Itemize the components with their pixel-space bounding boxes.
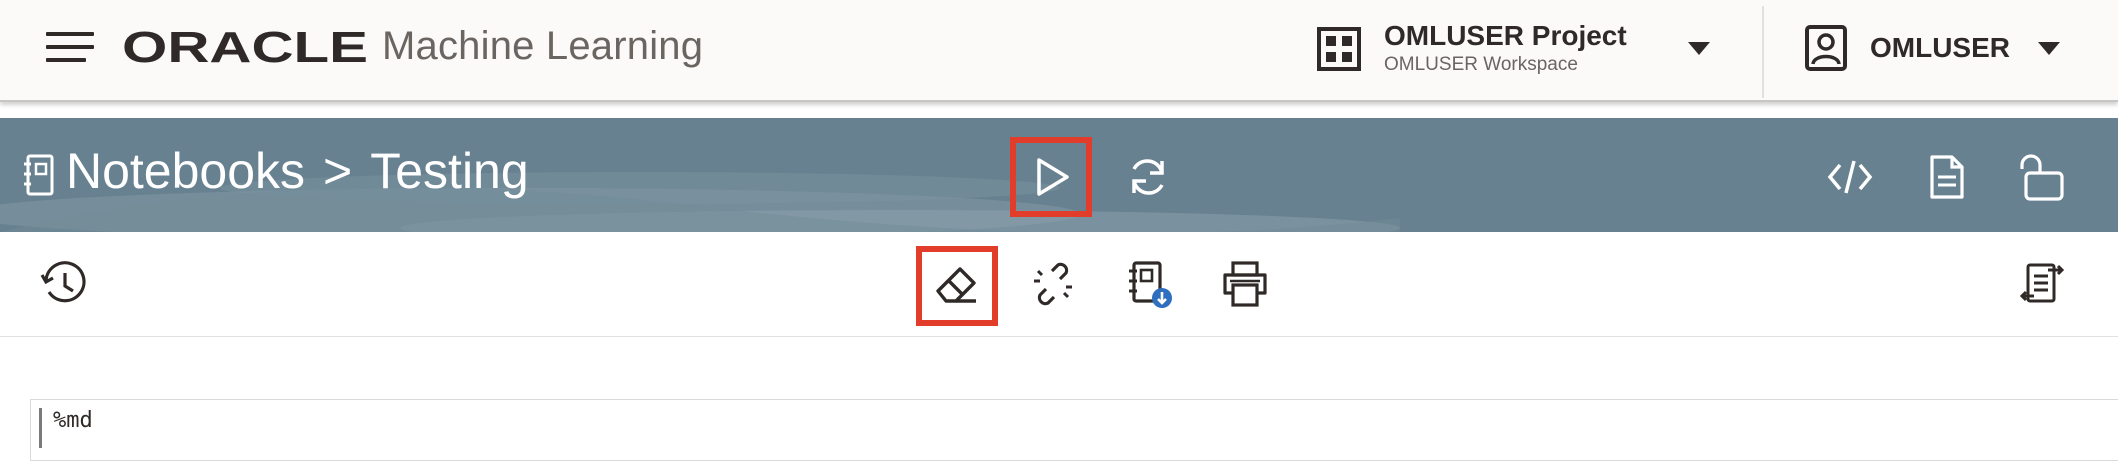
user-badge-icon[interactable] (1804, 24, 1848, 72)
notebook-download-icon[interactable] (1124, 259, 1174, 309)
hamburger-menu-icon[interactable] (46, 32, 94, 66)
paragraph-code[interactable]: %md (53, 408, 93, 433)
header-divider (1762, 6, 1764, 98)
project-dropdown-icon[interactable] (1688, 42, 1710, 55)
breadcrumb-notebooks[interactable]: Notebooks (66, 143, 305, 199)
run-all-highlight (1010, 137, 1092, 217)
user-name[interactable]: OMLUSER (1870, 32, 2010, 64)
print-icon[interactable] (1220, 259, 1270, 309)
unlock-icon[interactable] (2018, 153, 2066, 201)
workspace-name[interactable]: OMLUSER Workspace (1384, 54, 1578, 76)
refresh-icon[interactable] (1124, 153, 1172, 201)
breadcrumb-current: Testing (370, 143, 529, 199)
notebook-paragraph[interactable]: %md (30, 399, 2118, 461)
app-header: ORACLE Machine Learning OMLUSER Project … (0, 0, 2118, 102)
breadcrumb: Notebooks > Testing (66, 142, 529, 200)
clear-output-highlight (916, 246, 998, 326)
toggle-layout-icon[interactable] (2018, 259, 2068, 309)
notebook-icon (24, 154, 54, 196)
oracle-logo: ORACLE (122, 26, 368, 68)
paragraph-cursor-bar (39, 408, 42, 448)
breadcrumb-separator: > (323, 143, 353, 199)
notebook-toolbar (0, 232, 2118, 337)
document-icon[interactable] (1922, 153, 1970, 201)
project-grid-icon[interactable] (1316, 26, 1362, 72)
history-icon[interactable] (38, 259, 88, 309)
product-name: Machine Learning (382, 24, 704, 68)
svg-text:ORACLE: ORACLE (122, 26, 368, 68)
user-dropdown-icon[interactable] (2038, 42, 2060, 55)
unlink-icon[interactable] (1028, 259, 1078, 309)
project-name[interactable]: OMLUSER Project (1384, 20, 1627, 52)
code-view-icon[interactable] (1826, 153, 1874, 201)
